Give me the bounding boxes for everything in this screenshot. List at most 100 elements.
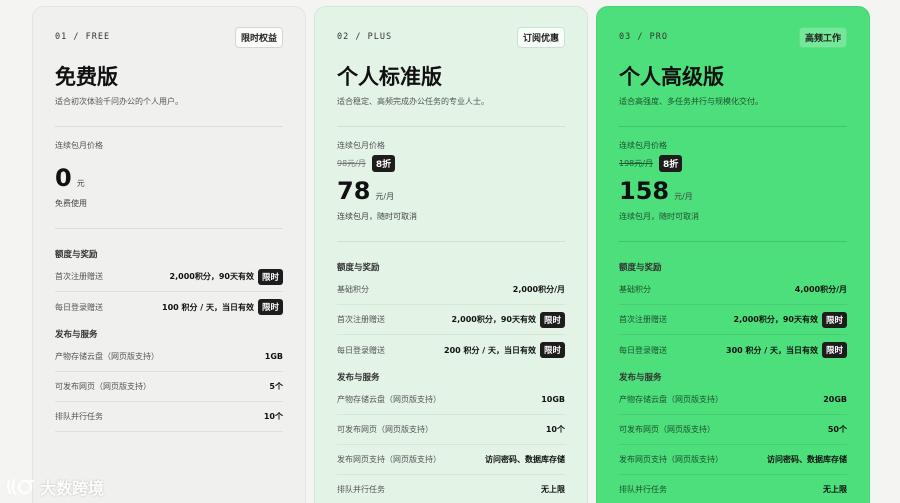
row-value: 50个 [827,425,847,434]
price-unit: 元 [76,179,85,188]
service-row: 排队并行任务 无上限 [337,475,565,503]
row-key: 可发布网页（网页版支持） [337,425,433,434]
plan-tag: 订阅优惠 [516,26,565,48]
row-value-text: 2,000积分，90天有效 [169,272,254,281]
row-value: 300 积分 / 天，当日有效 限时 [726,342,847,358]
quota-list: 基础积分 4,000积分/月 首次注册赠送 2,000积分，90天有效 限时 每日… [619,275,847,365]
discount-badge: 8折 [371,155,396,172]
original-price: 198元/月 [619,159,653,168]
quota-row: 每日登录赠送 200 积分 / 天，当日有效 限时 [337,335,565,365]
limited-badge: 限时 [821,311,847,328]
discount-badge: 8折 [658,155,683,172]
row-key: 产物存储云盘（网页版支持） [55,352,159,361]
divider [55,126,283,127]
plan-tag: 限时权益 [234,26,283,48]
row-value: 2,000积分，90天有效 限时 [451,311,565,328]
limited-badge: 限时 [539,311,565,328]
quota-section-title: 额度与奖励 [55,250,98,260]
limited-badge: 限时 [821,342,847,358]
row-value-text: 2,000积分，90天有效 [733,315,818,324]
plan-title: 个人标准版 [337,65,442,89]
quota-row: 每日登录赠送 100 积分 / 天，当日有效 限时 [55,292,283,322]
plan-card-plus[interactable]: 02 / PLUS 订阅优惠 个人标准版 适合稳定、高频完成办公任务的专业人士。… [314,6,588,503]
price-unit: 元/月 [375,192,395,201]
plan-tag: 高频工作 [798,26,847,48]
row-value: 200 积分 / 天，当日有效 限时 [444,342,565,358]
original-price-row: 98元/月 8折 [337,155,565,172]
price-label: 连续包月价格 [55,141,103,150]
row-value: 2,000积分/月 [512,285,565,294]
row-key: 排队并行任务 [337,485,385,494]
row-key: 排队并行任务 [55,412,103,421]
quota-row: 首次注册赠送 2,000积分，90天有效 限时 [337,305,565,335]
row-value: 无上限 [823,485,847,494]
row-key: 首次注册赠送 [619,315,667,324]
row-value: 2,000积分，90天有效 限时 [169,268,283,285]
row-value-text: 300 积分 / 天，当日有效 [726,345,818,355]
service-section-title: 发布与服务 [619,373,662,383]
row-key: 产物存储云盘（网页版支持） [337,395,441,404]
original-price-row: 198元/月 8折 [619,155,847,172]
row-value: 10GB [541,395,565,404]
price-unit: 元/月 [674,192,693,201]
limited-badge: 限时 [257,299,283,315]
price-amount: 0 [55,164,72,192]
plan-header: 03 / PRO 高频工作 [619,26,847,48]
row-value: 访问密码、数据库存储 [767,455,847,464]
quota-list: 基础积分 2,000积分/月 首次注册赠送 2,000积分，90天有效 限时 每日… [337,275,565,365]
plan-header: 02 / PLUS 订阅优惠 [337,26,565,48]
row-value: 访问密码、数据库存储 [485,455,565,464]
plan-code: 02 / PLUS [337,32,393,42]
service-row: 产物存储云盘（网页版支持） 10GB [337,385,565,415]
quota-row: 基础积分 2,000积分/月 [337,275,565,305]
service-list: 产物存储云盘（网页版支持） 10GB 可发布网页（网页版支持） 10个 发布网页… [337,385,565,503]
row-value-text: 200 积分 / 天，当日有效 [444,345,536,355]
plan-subtitle: 适合初次体验千问办公的个人用户。 [55,97,183,106]
quota-row: 首次注册赠送 2,000积分，90天有效 限时 [55,262,283,292]
row-key: 产物存储云盘（网页版支持） [619,395,723,404]
row-key: 每日登录赠送 [55,302,103,312]
brand-logo-icon [7,478,35,496]
row-value-text: 2,000积分，90天有效 [451,315,536,324]
row-value: 1GB [264,352,283,361]
row-value: 2,000积分，90天有效 限时 [733,311,847,328]
service-row: 产物存储云盘（网页版支持） 1GB [55,342,283,372]
watermark: 大数跨境 [6,475,104,499]
row-key: 每日登录赠送 [619,345,667,355]
row-key: 基础积分 [337,285,369,294]
divider [619,126,847,127]
divider [55,228,283,229]
plan-title: 免费版 [55,65,118,89]
price: 0 元 [55,164,283,194]
service-section-title: 发布与服务 [55,330,98,340]
price-note: 免费使用 [55,199,87,208]
row-value: 5个 [269,382,283,391]
row-key: 排队并行任务 [619,485,667,494]
row-value: 10个 [545,425,565,434]
row-value: 20GB [823,395,847,404]
price-amount: 158 [619,177,670,205]
service-list: 产物存储云盘（网页版支持） 1GB 可发布网页（网页版支持） 5个 排队并行任务… [55,342,283,432]
service-row: 发布网页支持（网页版支持） 访问密码、数据库存储 [337,445,565,475]
quota-section-title: 额度与奖励 [337,263,380,273]
service-section-title: 发布与服务 [337,373,380,383]
price-label: 连续包月价格 [337,141,385,150]
plan-card-free[interactable]: 01 / FREE 限时权益 免费版 适合初次体验千问办公的个人用户。 连续包月… [32,6,306,503]
watermark-text: 大数跨境 [40,479,105,498]
quota-row: 首次注册赠送 2,000积分，90天有效 限时 [619,305,847,335]
service-row: 产物存储云盘（网页版支持） 20GB [619,385,847,415]
row-key: 每日登录赠送 [337,345,385,355]
plan-card-pro[interactable]: 03 / PRO 高频工作 个人高级版 适合高强度、多任务并行与规模化交付。 连… [596,6,870,503]
row-key: 可发布网页（网页版支持） [55,382,151,391]
service-row: 排队并行任务 10个 [55,402,283,432]
row-key: 发布网页支持（网页版支持） [619,455,723,464]
plan-header: 01 / FREE 限时权益 [55,26,283,48]
service-row: 可发布网页（网页版支持） 10个 [337,415,565,445]
price: 158 元/月 [619,177,847,207]
quota-row: 每日登录赠送 300 积分 / 天，当日有效 限时 [619,335,847,365]
price-amount: 78 [337,177,371,205]
row-value: 100 积分 / 天，当日有效 限时 [162,299,283,315]
quota-list: 首次注册赠送 2,000积分，90天有效 限时 每日登录赠送 100 积分 / 天… [55,262,283,322]
plan-title: 个人高级版 [619,65,724,89]
row-key: 可发布网页（网页版支持） [619,425,715,434]
